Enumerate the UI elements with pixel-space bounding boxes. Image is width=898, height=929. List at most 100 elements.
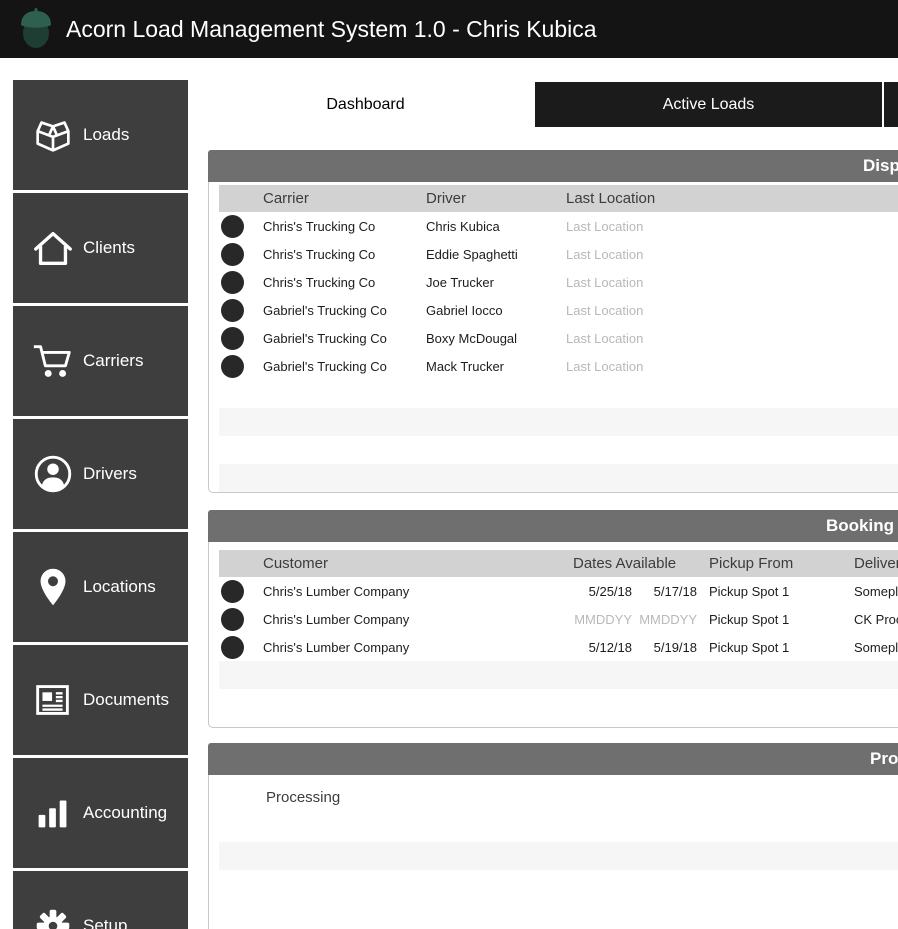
date-from-field[interactable]: MMDDYY [573,612,636,627]
sidebar-item-label: Drivers [83,464,137,483]
tab-partial[interactable] [884,82,898,127]
empty-row [219,380,898,408]
titlebar: Acorn Load Management System 1.0 - Chris… [0,0,898,58]
dispatch-table-row[interactable]: Chris's Trucking Co Joe Trucker Last Loc… [219,268,898,296]
empty-row [219,689,898,717]
status-circle-icon [221,242,244,266]
dispatch-table-row[interactable]: Chris's Trucking Co Eddie Spaghetti Last… [219,240,898,268]
sidebar-item-drivers[interactable]: Drivers [13,419,188,529]
processing-panel-header: Pro [208,743,898,775]
newspaper-icon [29,677,77,723]
acorn-logo-icon [16,7,56,51]
carrier-cell: Gabriel's Trucking Co [263,358,387,374]
dispatch-panel-header: Disp [208,150,898,182]
status-circle-icon [221,579,244,603]
column-header-driver: Driver [426,190,466,207]
driver-cell: Boxy McDougal [426,330,518,346]
empty-row [219,464,898,492]
sidebar-item-carriers[interactable]: Carriers [13,306,188,416]
last-location-field[interactable]: Last Location [566,219,898,234]
tab-bar: Dashboard Active Loads [198,82,898,127]
carrier-cell: Chris's Trucking Co [263,218,376,234]
status-circle-icon [221,607,244,631]
dispatch-panel-title: Disp [863,156,898,175]
pin-icon [29,564,77,610]
booking-panel: Booking / Customer Dates Available Picku… [208,510,898,728]
sidebar-item-locations[interactable]: Locations [13,532,188,642]
tab-dashboard[interactable]: Dashboard [198,82,533,127]
column-header-customer: Customer [263,555,329,572]
sidebar: Loads Clients Carriers Drivers Locations… [13,80,188,929]
last-location-field[interactable]: Last Location [566,247,898,262]
column-header-last-location: Last Location [566,190,656,207]
customer-cell: Chris's Lumber Company [263,639,410,655]
last-location-field[interactable]: Last Location [566,331,898,346]
carrier-cell: Gabriel's Trucking Co [263,330,387,346]
date-to-field[interactable]: MMDDYY [636,612,701,627]
sidebar-item-label: Carriers [83,351,144,370]
driver-cell: Eddie Spaghetti [426,246,518,262]
processing-panel-body: Processing [208,775,898,929]
bar-chart-icon [29,790,77,836]
last-location-field[interactable]: Last Location [566,359,898,374]
box-icon [29,112,77,158]
booking-table-row[interactable]: Chris's Lumber Company 5/12/18 5/19/18 P… [219,633,898,661]
processing-panel: Pro Processing [208,743,898,929]
dispatch-panel: Disp Carrier Driver Last Location Chris'… [208,150,898,493]
sidebar-item-label: Loads [83,125,130,144]
cart-icon [29,338,77,384]
dispatch-panel-body: Carrier Driver Last Location Chris's Tru… [208,182,898,493]
last-location-field[interactable]: Last Location [566,303,898,318]
booking-rows: Chris's Lumber Company 5/25/18 5/17/18 P… [209,577,898,661]
customer-cell: Chris's Lumber Company [263,583,410,599]
empty-row [219,870,898,898]
date-to-field[interactable]: 5/17/18 [636,584,701,599]
customer-cell: Chris's Lumber Company [263,611,410,627]
dispatch-table-header: Carrier Driver Last Location [219,185,898,212]
window-title: Acorn Load Management System 1.0 - Chris… [66,15,597,42]
status-circle-icon [221,298,244,322]
last-location-field[interactable]: Last Location [566,275,898,290]
dispatch-rows: Chris's Trucking Co Chris Kubica Last Lo… [209,212,898,380]
sidebar-item-accounting[interactable]: Accounting [13,758,188,868]
empty-row [219,661,898,689]
empty-row [219,436,898,464]
booking-panel-body: Customer Dates Available Pickup From Del… [208,542,898,728]
driver-cell: Chris Kubica [426,218,500,234]
app-window: Acorn Load Management System 1.0 - Chris… [0,0,898,929]
carrier-cell: Chris's Trucking Co [263,246,376,262]
dispatch-table-row[interactable]: Gabriel's Trucking Co Boxy McDougal Last… [219,324,898,352]
empty-row [219,842,898,870]
column-header-carrier: Carrier [263,190,309,207]
carrier-cell: Chris's Trucking Co [263,274,376,290]
deliver-to-cell: Somepla [854,639,898,655]
sidebar-item-loads[interactable]: Loads [13,80,188,190]
booking-table-header: Customer Dates Available Pickup From Del… [219,550,898,577]
sidebar-item-clients[interactable]: Clients [13,193,188,303]
dispatch-table-row[interactable]: Chris's Trucking Co Chris Kubica Last Lo… [219,212,898,240]
booking-table-row[interactable]: Chris's Lumber Company MMDDYY MMDDYY Pic… [219,605,898,633]
date-from-field[interactable]: 5/25/18 [573,584,636,599]
home-icon [29,225,77,271]
sidebar-item-label: Clients [83,238,135,257]
sidebar-item-documents[interactable]: Documents [13,645,188,755]
driver-icon [29,451,77,497]
status-circle-icon [221,635,244,659]
pickup-from-cell: Pickup Spot 1 [709,583,790,599]
column-header-deliver-to: Deliver T [854,555,898,572]
dispatch-table-row[interactable]: Gabriel's Trucking Co Mack Trucker Last … [219,352,898,380]
date-to-field[interactable]: 5/19/18 [636,640,701,655]
date-from-field[interactable]: 5/12/18 [573,640,636,655]
sidebar-item-label: Locations [83,577,156,596]
sidebar-item-label: Setup [83,916,128,929]
dispatch-table-row[interactable]: Gabriel's Trucking Co Gabriel Iocco Last… [219,296,898,324]
status-circle-icon [221,270,244,294]
booking-table-row[interactable]: Chris's Lumber Company 5/25/18 5/17/18 P… [219,577,898,605]
status-circle-icon [221,326,244,350]
sidebar-item-setup[interactable]: Setup [13,871,188,929]
sidebar-item-label: Documents [83,690,169,709]
sidebar-item-label: Accounting [83,803,168,822]
tab-active-loads[interactable]: Active Loads [535,82,882,127]
status-circle-icon [221,354,244,378]
empty-row [219,898,898,926]
